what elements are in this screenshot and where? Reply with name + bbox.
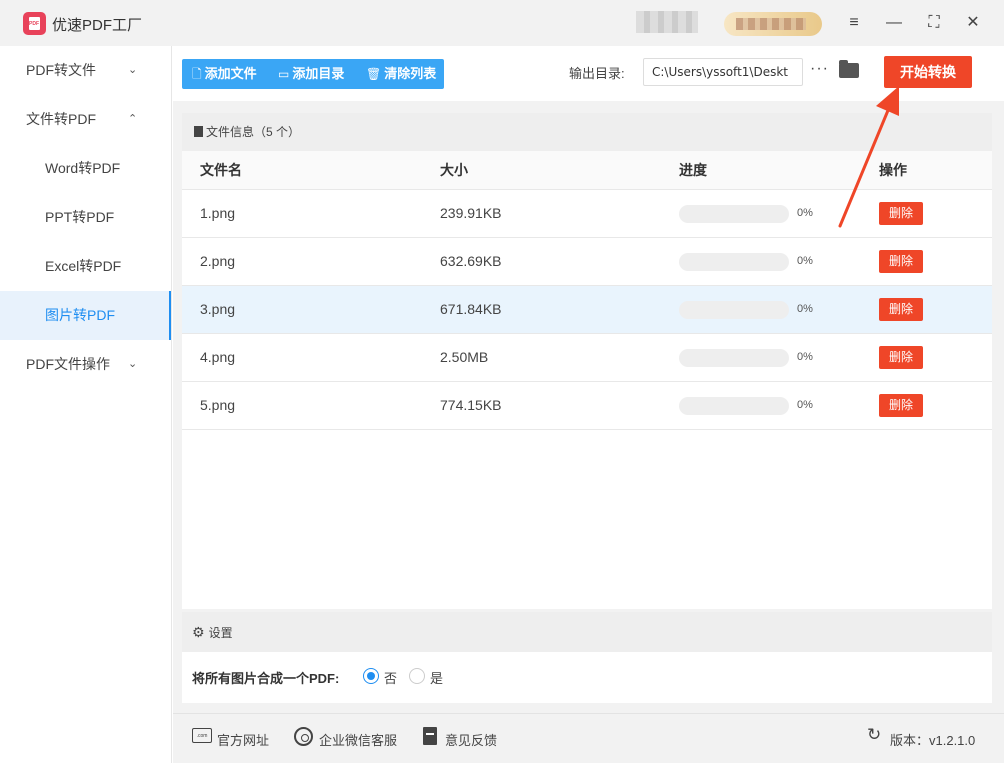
sidebar-item-word-to-pdf[interactable]: Word转PDF [0, 144, 171, 193]
sidebar-item-label: 图片转PDF [45, 307, 115, 323]
file-name: 5.png [200, 397, 236, 413]
progress-text: 0% [797, 207, 813, 219]
progress-text: 0% [797, 255, 813, 267]
chevron-down-icon: ⌄ [128, 358, 138, 370]
delete-button[interactable]: 删除 [879, 250, 923, 273]
clear-list-button[interactable]: 🗑 清除列表 [366, 59, 436, 89]
sidebar-item-label: Word转PDF [45, 160, 121, 176]
menu-icon[interactable]: ≡ [841, 10, 867, 36]
file-size: 239.91KB [440, 205, 502, 221]
sidebar-item-excel-to-pdf[interactable]: Excel转PDF [0, 242, 171, 291]
sidebar-item-file-to-pdf[interactable]: 文件转PDF ⌃ [0, 95, 171, 144]
table-row[interactable]: 3.png 671.84KB 0% 删除 [182, 286, 992, 334]
merge-yes-radio[interactable] [409, 668, 425, 684]
sidebar: PDF转文件 ⌄ 文件转PDF ⌃ Word转PDF PPT转PDF Excel… [0, 46, 172, 763]
table-row[interactable]: 5.png 774.15KB 0% 删除 [182, 382, 992, 430]
maximize-icon[interactable]: ⛶ [921, 10, 947, 36]
sidebar-item-pdf-operations[interactable]: PDF文件操作 ⌄ [0, 340, 171, 389]
blurred-username [636, 11, 698, 33]
progress-bar [679, 397, 789, 415]
delete-button[interactable]: 删除 [879, 202, 923, 225]
chevron-up-icon: ⌃ [128, 113, 138, 125]
file-icon: 🗋 [192, 67, 202, 81]
progress-text: 0% [797, 351, 813, 363]
sidebar-item-label: 文件转PDF [26, 111, 96, 127]
progress-bar [679, 349, 789, 367]
progress-bar [679, 253, 789, 271]
output-dir-input[interactable]: C:\Users\yssoft1\Deskt [643, 58, 803, 86]
chat-icon [294, 727, 313, 746]
file-size: 671.84KB [440, 301, 502, 317]
sidebar-item-ppt-to-pdf[interactable]: PPT转PDF [0, 193, 171, 242]
column-header-action: 操作 [879, 162, 907, 178]
footer: .com 官方网址 企业微信客服 意见反馈 ↻ 版本：v1.2.1.0 [173, 713, 1004, 763]
file-size: 2.50MB [440, 349, 489, 365]
sidebar-item-label: PDF文件操作 [26, 356, 110, 372]
app-title: 优速PDF工厂 [52, 17, 143, 34]
document-icon [194, 126, 203, 137]
title-bar: PDF 优速PDF工厂 ≡ — ⛶ ✕ [0, 0, 1004, 46]
feedback-icon [423, 727, 437, 745]
settings-body: 将所有图片合成一个PDF: 否 是 [182, 652, 992, 703]
table-row[interactable]: 2.png 632.69KB 0% 删除 [182, 238, 992, 286]
column-header-progress: 进度 [679, 162, 707, 178]
file-name: 2.png [200, 253, 236, 269]
app-logo-icon: PDF [23, 12, 46, 35]
settings-header: ⚙ 设置 [182, 612, 992, 652]
start-convert-button[interactable]: 开始转换 [884, 56, 972, 88]
refresh-icon[interactable]: ↻ [867, 725, 881, 745]
file-size: 632.69KB [440, 253, 502, 269]
minimize-icon[interactable]: — [881, 10, 907, 36]
file-name: 3.png [200, 301, 236, 317]
feedback-link[interactable]: 意见反馈 [445, 730, 497, 749]
file-name: 1.png [200, 205, 236, 221]
file-name: 4.png [200, 349, 236, 365]
table-header: 文件名 大小 进度 操作 [182, 151, 992, 190]
column-header-name: 文件名 [200, 162, 242, 178]
sidebar-item-image-to-pdf[interactable]: 图片转PDF [0, 291, 171, 340]
merge-pdf-label: 将所有图片合成一个PDF: [192, 671, 340, 686]
table-row[interactable]: 4.png 2.50MB 0% 删除 [182, 334, 992, 382]
file-button-group: 🗋 添加文件 ▭ 添加目录 🗑 清除列表 [182, 59, 444, 89]
merge-no-radio[interactable] [363, 668, 379, 684]
merge-no-label: 否 [384, 671, 398, 686]
gear-icon: ⚙ [192, 624, 205, 640]
open-folder-icon[interactable] [839, 60, 859, 78]
version-text: 版本：v1.2.1.0 [890, 733, 976, 748]
trash-icon: 🗑 [366, 67, 382, 81]
website-icon: .com [192, 728, 212, 743]
sidebar-item-label: PPT转PDF [45, 209, 115, 225]
add-directory-button[interactable]: ▭ 添加目录 [278, 59, 344, 89]
delete-button[interactable]: 删除 [879, 394, 923, 417]
progress-bar [679, 205, 789, 223]
add-file-button[interactable]: 🗋 添加文件 [192, 59, 257, 89]
more-options-icon[interactable]: ··· [810, 60, 829, 78]
sidebar-item-pdf-to-file[interactable]: PDF转文件 ⌄ [0, 46, 171, 95]
file-list-panel: 文件信息（5 个） 文件名 大小 进度 操作 1.png 239.91KB 0%… [182, 113, 992, 609]
sidebar-item-label: PDF转文件 [26, 62, 96, 78]
file-info-header: 文件信息（5 个） [182, 113, 992, 151]
website-link[interactable]: 官方网址 [217, 730, 269, 749]
column-header-size: 大小 [440, 162, 468, 178]
folder-icon: ▭ [278, 67, 290, 81]
close-icon[interactable]: ✕ [960, 10, 986, 36]
merge-yes-label: 是 [430, 671, 444, 686]
file-size: 774.15KB [440, 397, 502, 413]
progress-text: 0% [797, 303, 813, 315]
chevron-down-icon: ⌄ [128, 64, 138, 76]
progress-bar [679, 301, 789, 319]
wechat-support-link[interactable]: 企业微信客服 [319, 730, 397, 749]
output-dir-label: 输出目录: [569, 66, 625, 81]
progress-text: 0% [797, 399, 813, 411]
toolbar: 🗋 添加文件 ▭ 添加目录 🗑 清除列表 输出目录: C:\Users\yssoft1… [173, 46, 1004, 101]
blurred-vip-badge[interactable] [724, 12, 822, 36]
delete-button[interactable]: 删除 [879, 346, 923, 369]
sidebar-item-label: Excel转PDF [45, 258, 122, 274]
delete-button[interactable]: 删除 [879, 298, 923, 321]
table-row[interactable]: 1.png 239.91KB 0% 删除 [182, 190, 992, 238]
